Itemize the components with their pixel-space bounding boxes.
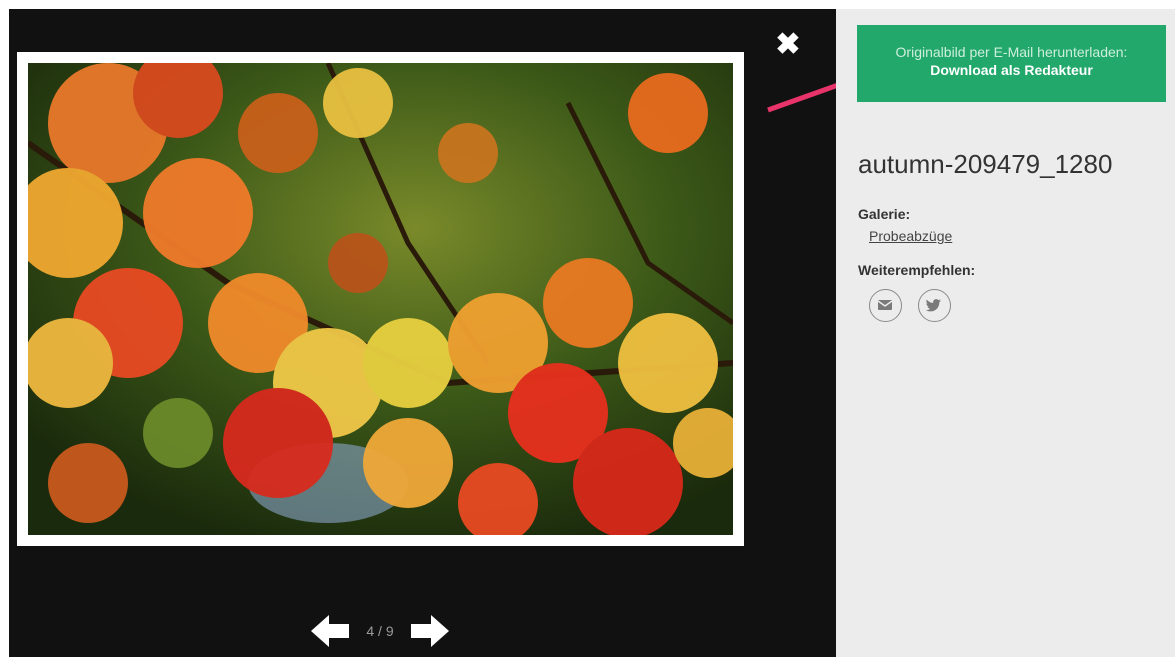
pager: 4 / 9 <box>309 613 454 649</box>
arrow-right-icon[interactable] <box>409 613 451 649</box>
image-title: autumn-209479_1280 <box>858 149 1113 179</box>
email-icon[interactable] <box>869 289 902 322</box>
share-label: Weiterempfehlen: <box>858 262 976 278</box>
gallery-label: Galerie: <box>858 206 911 222</box>
gallery-link[interactable]: Probeabzüge <box>869 228 952 244</box>
image-counter: 4 / 9 <box>366 623 394 639</box>
image-viewer: ✖ 4 / 9 <box>9 9 836 657</box>
arrow-left-icon[interactable] <box>309 613 351 649</box>
download-button-label: Download als Redakteur <box>930 62 1093 78</box>
twitter-icon[interactable] <box>918 289 951 322</box>
download-button[interactable]: Originalbild per E-Mail herunterladen: D… <box>857 25 1166 102</box>
sidebar: Originalbild per E-Mail herunterladen: D… <box>836 9 1175 657</box>
download-button-subtitle: Originalbild per E-Mail herunterladen: <box>895 44 1128 60</box>
autumn-photo <box>28 63 733 535</box>
photo-frame <box>17 52 744 546</box>
